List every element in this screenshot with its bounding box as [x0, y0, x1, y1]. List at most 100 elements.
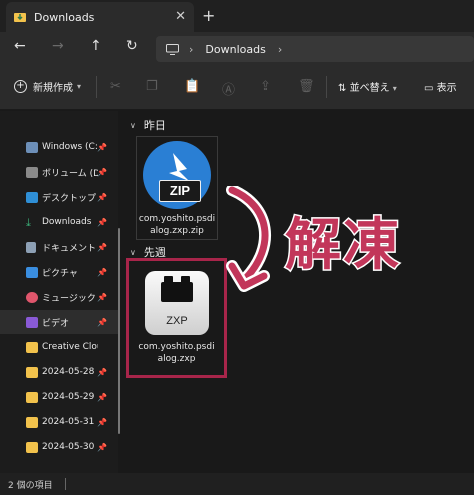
- up-button[interactable]: ↑: [90, 38, 102, 54]
- copy-icon[interactable]: ❐: [146, 79, 158, 94]
- sidebar-item-label: デスクトップ: [42, 193, 97, 204]
- cut-icon[interactable]: ✂: [110, 79, 121, 94]
- drive-icon: [26, 141, 38, 153]
- folder-icon: [26, 391, 38, 403]
- new-tab-button[interactable]: +: [202, 6, 215, 25]
- sidebar-item-label: 2024-05-30: [42, 442, 95, 452]
- folder-download-icon: [14, 13, 26, 22]
- plus-icon: +: [14, 80, 27, 93]
- chevron-down-icon: ∨: [130, 247, 136, 257]
- tab-close-icon[interactable]: ✕: [175, 9, 186, 24]
- breadcrumb-chevron-icon[interactable]: ›: [278, 43, 282, 56]
- drive-icon: [26, 166, 38, 178]
- file-name-line: com.yoshito.psdi: [138, 214, 216, 224]
- sidebar-item-folder[interactable]: 2024-05-28 📌: [0, 360, 118, 384]
- sidebar-item-folder[interactable]: 2024-05-31 📌: [0, 410, 118, 434]
- folder-icon: [26, 416, 38, 428]
- sidebar-item-label: 2024-05-29: [42, 392, 95, 402]
- pin-icon: 📌: [97, 417, 107, 427]
- file-name-line: com.yoshito.psdi: [138, 342, 215, 352]
- breadcrumb-downloads[interactable]: Downloads: [205, 43, 265, 56]
- sidebar-scrollbar[interactable]: [118, 228, 120, 434]
- divider: [326, 76, 327, 98]
- pin-icon: 📌: [97, 242, 107, 252]
- breadcrumb-separator: ›: [189, 42, 194, 56]
- tab-downloads[interactable]: Downloads ✕: [6, 2, 194, 32]
- monitor-icon: [166, 43, 179, 55]
- sort-button[interactable]: ⇅ 並べ替え ▾: [338, 79, 397, 94]
- file-name-line: alog.zxp: [157, 354, 196, 364]
- file-name-line: alog.zxp.zip: [150, 226, 204, 236]
- item-count: 2 個の項目: [8, 480, 53, 491]
- pin-icon: 📌: [97, 392, 107, 402]
- folder-icon: [26, 366, 38, 378]
- sidebar-item-creative-cloud[interactable]: Creative Clou: [0, 335, 118, 359]
- document-icon: [26, 241, 36, 253]
- tab-bar: Downloads ✕ +: [0, 0, 474, 32]
- paste-icon[interactable]: 📋: [184, 79, 200, 94]
- sidebar-item-documents[interactable]: ドキュメント 📌: [0, 235, 118, 259]
- command-bar: + 新規作成 ▾ ✂ ❐ 📋 Ⓐ ⇪ 🗑 ⇅ 並べ替え ▾ ▭ 表示: [0, 64, 474, 110]
- divider: [96, 76, 97, 98]
- sidebar-item-label: Creative Clou: [42, 342, 98, 352]
- sidebar-item-label: ドキュメント: [42, 243, 97, 254]
- curved-arrow-icon: [226, 186, 272, 292]
- view-icon: ▭: [424, 83, 434, 94]
- pin-icon: 📌: [97, 267, 107, 277]
- view-button[interactable]: ▭ 表示: [424, 79, 457, 94]
- download-icon: ⤓: [26, 215, 31, 229]
- sidebar-item-label: ピクチャ: [42, 268, 78, 279]
- music-icon: [26, 291, 38, 303]
- chevron-down-icon: ▾: [77, 82, 82, 91]
- pin-icon: 📌: [97, 317, 107, 327]
- pin-icon: 📌: [97, 192, 107, 202]
- divider: [64, 478, 66, 490]
- zip-badge: ZIP: [159, 180, 201, 202]
- forward-button[interactable]: →: [52, 38, 64, 54]
- new-button[interactable]: + 新規作成 ▾: [14, 79, 81, 94]
- sidebar-item-label: ビデオ: [42, 318, 70, 329]
- sidebar-item-folder[interactable]: 2024-05-29 📌: [0, 385, 118, 409]
- group-header-yesterday[interactable]: ∨ 昨日: [130, 117, 166, 133]
- share-icon[interactable]: ⇪: [260, 79, 271, 94]
- sidebar-item-label: ミュージック: [42, 293, 96, 304]
- sidebar-item-label: 2024-05-28: [42, 367, 95, 377]
- sidebar-item-windows-c[interactable]: Windows (C:) 📌: [0, 135, 118, 159]
- navigation-bar: ← → ↑ ↻ › Downloads ›: [0, 32, 474, 64]
- file-item-zip[interactable]: ZIP com.yoshito.psdi alog.zxp.zip: [136, 136, 218, 240]
- new-label: 新規作成: [33, 83, 73, 94]
- sidebar-item-music[interactable]: ミュージック 📌: [0, 285, 118, 309]
- sidebar-item-downloads[interactable]: ⤓ Downloads 📌: [0, 210, 118, 234]
- file-name: com.yoshito.psdi alog.zxp.zip: [137, 213, 217, 237]
- picture-icon: [26, 266, 38, 278]
- view-label: 表示: [436, 83, 457, 94]
- tab-title: Downloads: [34, 10, 95, 24]
- pin-icon: 📌: [97, 442, 107, 452]
- sidebar-item-desktop[interactable]: デスクトップ 📌: [0, 185, 118, 209]
- plugin-block-icon: [161, 276, 193, 302]
- zxp-badge: ZXP: [166, 315, 188, 327]
- rename-icon[interactable]: Ⓐ: [222, 79, 235, 98]
- cloud-folder-icon: [26, 341, 38, 353]
- group-label: 昨日: [143, 119, 166, 132]
- sort-icon: ⇅: [338, 83, 347, 94]
- pin-icon: 📌: [97, 142, 107, 152]
- annotation-text: 解凍: [284, 212, 401, 280]
- sidebar-item-pictures[interactable]: ピクチャ 📌: [0, 260, 118, 284]
- refresh-button[interactable]: ↻: [126, 38, 138, 54]
- file-item-zxp[interactable]: ZXP com.yoshito.psdi alog.zxp: [126, 258, 227, 378]
- sidebar-item-folder[interactable]: 2024-05-30 📌: [0, 435, 118, 459]
- pin-icon: 📌: [97, 367, 107, 377]
- status-bar: 2 個の項目: [0, 473, 474, 495]
- zxp-extension-icon: ZXP: [145, 271, 209, 335]
- back-button[interactable]: ←: [14, 38, 26, 54]
- delete-icon[interactable]: 🗑: [298, 79, 315, 94]
- pin-icon: 📌: [97, 292, 107, 302]
- pin-icon: 📌: [97, 167, 107, 177]
- sort-label: 並べ替え: [349, 83, 390, 94]
- sidebar-item-volume-d[interactable]: ボリューム (D:) 📌: [0, 160, 118, 184]
- file-name: com.yoshito.psdi alog.zxp: [129, 341, 224, 365]
- sidebar-item-videos[interactable]: ビデオ 📌: [0, 310, 118, 334]
- sidebar-item-label: Downloads: [42, 217, 92, 227]
- address-bar[interactable]: › Downloads ›: [156, 36, 474, 62]
